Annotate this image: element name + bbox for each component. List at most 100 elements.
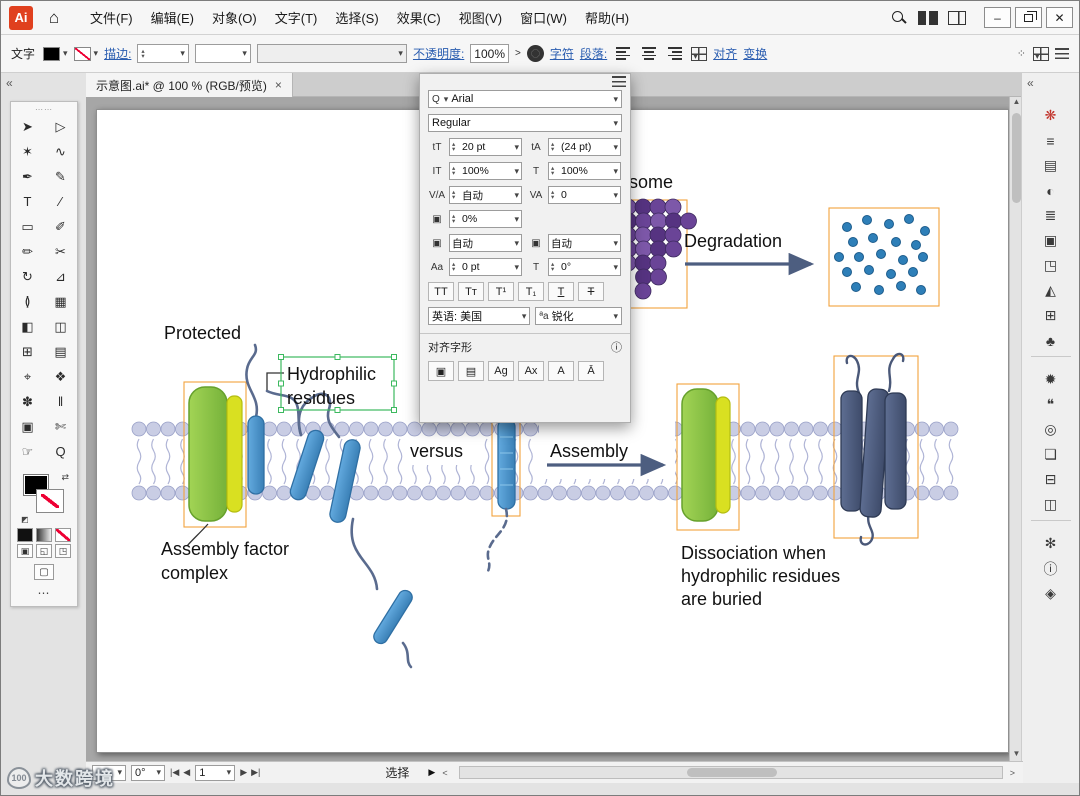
expand-panels-icon[interactable]: « bbox=[1022, 73, 1079, 93]
kerning-field[interactable]: V/A 自动 bbox=[428, 186, 522, 204]
vertical-scroll-thumb[interactable] bbox=[1012, 113, 1021, 203]
spinner-icon[interactable] bbox=[141, 49, 149, 59]
home-icon[interactable] bbox=[41, 6, 67, 30]
panel-icon-asset-export[interactable]: ◳ bbox=[1034, 253, 1068, 278]
document-tab[interactable]: 示意图.ai* @ 100 % (RGB/预览) × bbox=[86, 73, 293, 97]
search-icon[interactable] bbox=[890, 9, 908, 27]
stroke-swatch-tool[interactable] bbox=[36, 489, 64, 513]
font-family-select[interactable]: Q Arial bbox=[428, 90, 622, 108]
panel-icon-info[interactable]: ⓘ bbox=[1034, 556, 1068, 581]
tracking-spinner[interactable] bbox=[551, 190, 559, 200]
leading-chevron[interactable] bbox=[612, 141, 618, 153]
tsume-left-chevron[interactable] bbox=[513, 237, 519, 249]
language-chevron[interactable] bbox=[521, 310, 527, 322]
aki-chevron[interactable] bbox=[513, 213, 519, 225]
tool-blend[interactable]: ❖ bbox=[44, 364, 77, 389]
tool-symbol-sprayer[interactable]: ✽ bbox=[11, 389, 44, 414]
dashed-tail[interactable] bbox=[485, 507, 509, 575]
baseline-shift-field[interactable]: Aa 0 pt bbox=[428, 258, 522, 276]
last-artboard-button[interactable]: ▶| bbox=[251, 767, 260, 778]
panel-icon-color-guide[interactable]: ◭ bbox=[1034, 278, 1068, 303]
tool-perspective-grid[interactable]: ◫ bbox=[44, 314, 77, 339]
font-style-select[interactable]: Regular bbox=[428, 114, 622, 132]
menu-help[interactable]: 帮助(H) bbox=[576, 1, 638, 34]
transform-panel-link[interactable]: 变换 bbox=[743, 45, 767, 62]
panel-icon-actions[interactable]: ◈ bbox=[1034, 581, 1068, 606]
collapse-tools-icon[interactable]: « bbox=[1, 73, 86, 93]
right-complex-yellow[interactable] bbox=[715, 396, 731, 514]
menu-view[interactable]: 视图(V) bbox=[450, 1, 511, 34]
tool-pen[interactable]: ✒ bbox=[11, 164, 44, 189]
rotation-chevron[interactable] bbox=[612, 261, 618, 273]
glyph-align-baseline-button[interactable]: Ag bbox=[488, 361, 514, 381]
label-dissociation-2[interactable]: hydrophilic residues bbox=[681, 566, 840, 586]
degraded-peptides[interactable] bbox=[834, 214, 930, 295]
panel-icon-symbols[interactable]: ♣ bbox=[1034, 328, 1068, 353]
hscale-chevron[interactable] bbox=[612, 165, 618, 177]
font-family-chevron[interactable] bbox=[612, 93, 618, 105]
swap-fill-stroke-icon[interactable]: ⇄ bbox=[61, 472, 69, 483]
tool-line-segment[interactable]: ∕ bbox=[44, 189, 77, 214]
right-complex-green[interactable] bbox=[681, 388, 719, 522]
label-dissociation-1[interactable]: Dissociation when bbox=[681, 543, 826, 563]
tool-free-transform[interactable]: ▦ bbox=[44, 289, 77, 314]
tool-pencil[interactable]: ✏ bbox=[11, 239, 44, 264]
char-rotation-field[interactable]: T 0° bbox=[527, 258, 621, 276]
tool-rectangle[interactable]: ▭ bbox=[11, 214, 44, 239]
font-style-chevron[interactable] bbox=[612, 117, 618, 129]
middle-helix[interactable] bbox=[497, 418, 516, 510]
tool-scissors[interactable]: ✂ bbox=[44, 239, 77, 264]
antialias-chevron[interactable] bbox=[612, 310, 618, 322]
helix-3[interactable] bbox=[328, 438, 361, 523]
tab-close-icon[interactable]: × bbox=[275, 78, 282, 92]
horizontal-scale-field[interactable]: T 100% bbox=[527, 162, 621, 180]
workspace-switcher-icon[interactable] bbox=[918, 10, 938, 25]
tools-drag-handle[interactable] bbox=[11, 106, 77, 114]
superscript-button[interactable]: T¹ bbox=[488, 282, 514, 301]
font-size-chevron[interactable] bbox=[513, 141, 519, 153]
dock-control-icon[interactable] bbox=[1033, 46, 1049, 61]
scroll-right-icon[interactable]: > bbox=[1008, 768, 1017, 778]
minimize-button[interactable]: – bbox=[984, 7, 1011, 28]
assembly-factor-green[interactable] bbox=[188, 386, 228, 522]
tool-width[interactable]: ≬ bbox=[11, 289, 44, 314]
underline-button[interactable]: T bbox=[548, 282, 574, 301]
panel-icon-swatches[interactable]: ❋ bbox=[1034, 103, 1068, 128]
baseline-chevron[interactable] bbox=[513, 261, 519, 273]
tool-rotate[interactable]: ↻ bbox=[11, 264, 44, 289]
tool-slice[interactable]: ✄ bbox=[44, 414, 77, 439]
opacity-link[interactable]: 不透明度: bbox=[413, 45, 464, 62]
rotation-select[interactable]: 0° bbox=[131, 764, 165, 781]
menu-effect[interactable]: 效果(C) bbox=[388, 1, 450, 34]
close-button[interactable]: ✕ bbox=[1046, 7, 1073, 28]
align-panel-link[interactable]: 对齐 bbox=[713, 45, 737, 62]
brush-definition-select[interactable] bbox=[194, 44, 251, 63]
antialias-select[interactable]: ªa 锐化 bbox=[535, 307, 622, 325]
barrel-3[interactable] bbox=[884, 392, 907, 510]
artboard-number-select[interactable]: 1 bbox=[195, 764, 236, 781]
menu-edit[interactable]: 编辑(E) bbox=[142, 1, 203, 34]
label-degradation[interactable]: Degradation bbox=[684, 231, 782, 251]
style-select[interactable] bbox=[256, 44, 407, 63]
panel-icon-properties[interactable]: ≡ bbox=[1034, 128, 1068, 153]
char-panel-menu-icon[interactable] bbox=[612, 76, 626, 87]
prev-artboard-button[interactable]: ◀ bbox=[183, 767, 190, 778]
arrange-documents-icon[interactable] bbox=[948, 10, 966, 25]
control-menu-icon[interactable] bbox=[1055, 48, 1069, 59]
tool-mesh[interactable]: ⊞ bbox=[11, 339, 44, 364]
gradient-mode-button[interactable] bbox=[36, 528, 52, 542]
screen-mode-button[interactable]: ▢ bbox=[34, 564, 54, 580]
label-versus[interactable]: versus bbox=[410, 441, 463, 461]
glyph-align-xheight-button[interactable]: Ax bbox=[518, 361, 544, 381]
align-right-button[interactable] bbox=[665, 45, 685, 63]
small-caps-button[interactable]: Tт bbox=[458, 282, 484, 301]
first-artboard-button[interactable]: |◀ bbox=[170, 767, 179, 778]
helix-2[interactable] bbox=[288, 428, 325, 501]
draw-inside-button[interactable]: ◳ bbox=[55, 544, 71, 558]
scroll-left-icon[interactable]: < bbox=[440, 768, 449, 778]
tool-magic-wand[interactable]: ✶ bbox=[11, 139, 44, 164]
panel-icon-brushes[interactable]: ✹ bbox=[1034, 367, 1068, 392]
glyph-align-caps-button[interactable]: A bbox=[548, 361, 574, 381]
tracking-chevron[interactable] bbox=[612, 189, 618, 201]
tsume-right-field[interactable]: ▣ 自动 bbox=[527, 234, 621, 252]
